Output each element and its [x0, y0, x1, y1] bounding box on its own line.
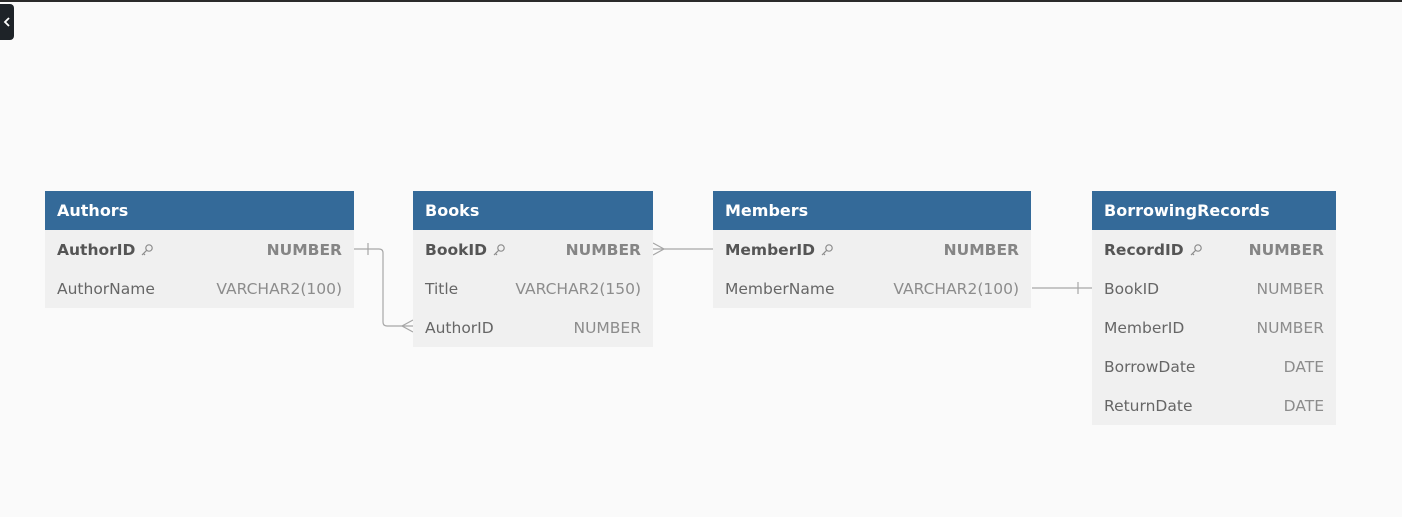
key-icon	[1189, 243, 1203, 257]
column-name: AuthorID	[57, 241, 154, 259]
column-type: NUMBER	[565, 240, 641, 259]
table-authors[interactable]: Authors AuthorID NUMBER AuthorName VARCH…	[45, 191, 354, 308]
column-row[interactable]: RecordID NUMBER	[1092, 230, 1336, 269]
column-name: MemberID	[725, 241, 834, 259]
column-name: AuthorID	[425, 318, 494, 337]
column-type: DATE	[1283, 357, 1324, 376]
column-row[interactable]: BookID NUMBER	[413, 230, 653, 269]
column-type: NUMBER	[1248, 240, 1324, 259]
relationship-authors-books[interactable]	[354, 243, 414, 333]
column-name: BorrowDate	[1104, 357, 1196, 376]
table-header[interactable]: Books	[413, 191, 653, 230]
column-row[interactable]: BorrowDate DATE	[1092, 347, 1336, 386]
column-name: AuthorName	[57, 279, 155, 298]
table-borrowingrecords[interactable]: BorrowingRecords RecordID NUMBER BookID …	[1092, 191, 1336, 425]
column-row[interactable]: MemberID NUMBER	[1092, 308, 1336, 347]
column-type: NUMBER	[573, 318, 641, 337]
table-books[interactable]: Books BookID NUMBER Title VARCHAR2(150) …	[413, 191, 653, 347]
column-row[interactable]: BookID NUMBER	[1092, 269, 1336, 308]
relationship-members-borrowingrecords[interactable]	[1032, 282, 1092, 294]
column-row[interactable]: AuthorID NUMBER	[413, 308, 653, 347]
column-name: MemberID	[1104, 318, 1185, 337]
column-name: RecordID	[1104, 241, 1203, 259]
column-type: NUMBER	[266, 240, 342, 259]
table-members[interactable]: Members MemberID NUMBER MemberName VARCH…	[713, 191, 1031, 308]
column-name: BookID	[1104, 279, 1160, 298]
column-type: VARCHAR2(100)	[216, 279, 342, 298]
relationship-books-members[interactable]	[652, 242, 713, 256]
column-type: NUMBER	[1256, 279, 1324, 298]
column-type: VARCHAR2(100)	[893, 279, 1019, 298]
key-icon	[140, 243, 154, 257]
column-type: NUMBER	[943, 240, 1019, 259]
column-name: BookID	[425, 241, 506, 259]
diagram-canvas[interactable]: Authors AuthorID NUMBER AuthorName VARCH…	[0, 0, 1402, 517]
column-row[interactable]: MemberID NUMBER	[713, 230, 1031, 269]
key-icon	[492, 243, 506, 257]
column-type: DATE	[1283, 396, 1324, 415]
column-type: VARCHAR2(150)	[515, 279, 641, 298]
column-row[interactable]: ReturnDate DATE	[1092, 386, 1336, 425]
column-row[interactable]: AuthorName VARCHAR2(100)	[45, 269, 354, 308]
table-header[interactable]: Members	[713, 191, 1031, 230]
table-header[interactable]: Authors	[45, 191, 354, 230]
column-name: Title	[425, 279, 459, 298]
table-header[interactable]: BorrowingRecords	[1092, 191, 1336, 230]
column-row[interactable]: AuthorID NUMBER	[45, 230, 354, 269]
column-row[interactable]: MemberName VARCHAR2(100)	[713, 269, 1031, 308]
column-name: MemberName	[725, 279, 835, 298]
column-type: NUMBER	[1256, 318, 1324, 337]
key-icon	[820, 243, 834, 257]
column-name: ReturnDate	[1104, 396, 1193, 415]
column-row[interactable]: Title VARCHAR2(150)	[413, 269, 653, 308]
